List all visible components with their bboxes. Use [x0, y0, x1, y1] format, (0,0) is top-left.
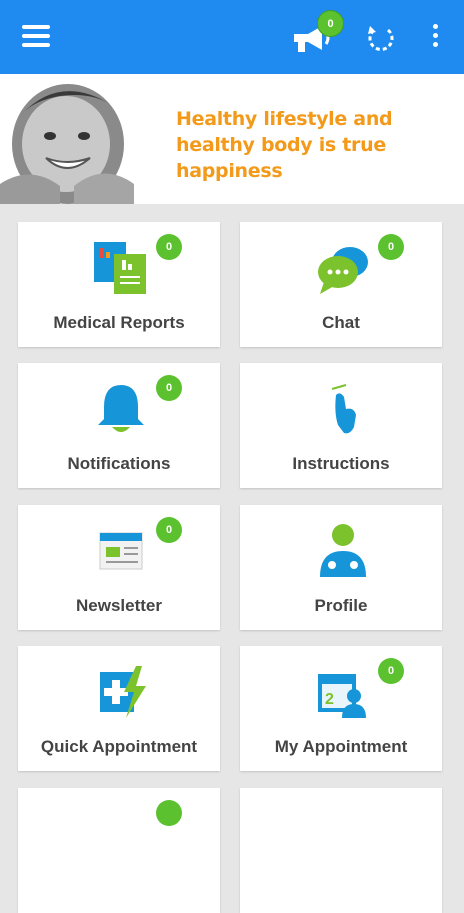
- smiling-boy-image: [0, 74, 160, 204]
- calendar-user-icon: 2: [318, 674, 366, 718]
- quick-appointment-tile[interactable]: Quick Appointment: [18, 646, 220, 771]
- my-appointment-tile[interactable]: 2 0 My Appointment: [240, 646, 442, 771]
- medical-flash-icon: [100, 666, 146, 718]
- profile-tile[interactable]: Profile: [240, 505, 442, 630]
- notification-count-badge: 0: [317, 10, 344, 37]
- newsletter-label: Newsletter: [76, 596, 162, 615]
- medical-reports-badge: 0: [156, 234, 182, 260]
- profile-label: Profile: [314, 596, 368, 615]
- tap-hand-icon: [331, 384, 356, 434]
- my-appointment-label: My Appointment: [274, 737, 408, 756]
- svg-text:2: 2: [325, 691, 334, 708]
- chat-icon: [318, 247, 368, 294]
- reports-icon: [94, 242, 146, 294]
- chat-tile[interactable]: 0 Chat: [240, 222, 442, 347]
- doctor-icon: [320, 524, 366, 577]
- next-tile-right[interactable]: [240, 788, 442, 913]
- medical-reports-tile[interactable]: 0 Medical Reports: [18, 222, 220, 347]
- instructions-label: Instructions: [292, 454, 390, 473]
- next-tile-left[interactable]: [18, 788, 220, 913]
- medical-reports-label: Medical Reports: [53, 313, 185, 332]
- banner-tagline: Healthy lifestyle and healthy body is tr…: [176, 108, 393, 182]
- newsletter-icon: [99, 532, 143, 570]
- app-bar: 0: [0, 0, 464, 74]
- instructions-tile[interactable]: Instructions: [240, 363, 442, 488]
- menu-icon[interactable]: [22, 25, 50, 47]
- chat-badge: 0: [378, 234, 404, 260]
- my-appointment-badge: 0: [378, 658, 404, 684]
- more-vert-icon[interactable]: [426, 24, 444, 52]
- notifications-badge: 0: [156, 375, 182, 401]
- notifications-label: Notifications: [67, 454, 171, 473]
- notifications-tile[interactable]: 0 Notifications: [18, 363, 220, 488]
- newsletter-tile[interactable]: 0 Newsletter: [18, 505, 220, 630]
- hero-banner: Healthy lifestyle and healthy body is tr…: [0, 74, 464, 204]
- chat-label: Chat: [322, 313, 360, 332]
- quick-appointment-label: Quick Appointment: [40, 737, 198, 756]
- bell-icon: [98, 385, 144, 432]
- newsletter-badge: 0: [156, 517, 182, 543]
- refresh-icon[interactable]: [366, 24, 396, 54]
- next-tile-badge: [156, 800, 182, 826]
